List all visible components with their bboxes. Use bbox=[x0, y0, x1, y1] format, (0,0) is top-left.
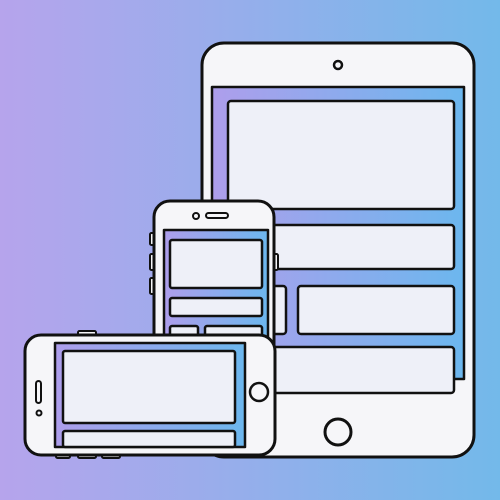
phone-landscape-speaker bbox=[35, 380, 42, 404]
responsive-devices-illustration bbox=[0, 0, 500, 500]
phone-landscape-content-bar bbox=[61, 429, 237, 449]
phone-landscape-content-hero bbox=[61, 349, 237, 425]
illustration-canvas bbox=[0, 0, 500, 500]
phone-landscape-device bbox=[23, 330, 277, 459]
phone-landscape-camera-icon bbox=[35, 409, 43, 417]
tablet-content-hero bbox=[226, 99, 456, 211]
phone-portrait-speaker bbox=[205, 212, 229, 219]
tablet-content-card-right bbox=[296, 284, 456, 336]
phone-landscape-home-button bbox=[248, 381, 270, 403]
tablet-camera-icon bbox=[332, 59, 344, 71]
phone-portrait-camera-icon bbox=[192, 212, 200, 220]
phone-portrait-content-bar bbox=[168, 296, 264, 318]
phone-portrait-content-hero bbox=[168, 238, 264, 290]
tablet-home-button bbox=[323, 417, 353, 447]
